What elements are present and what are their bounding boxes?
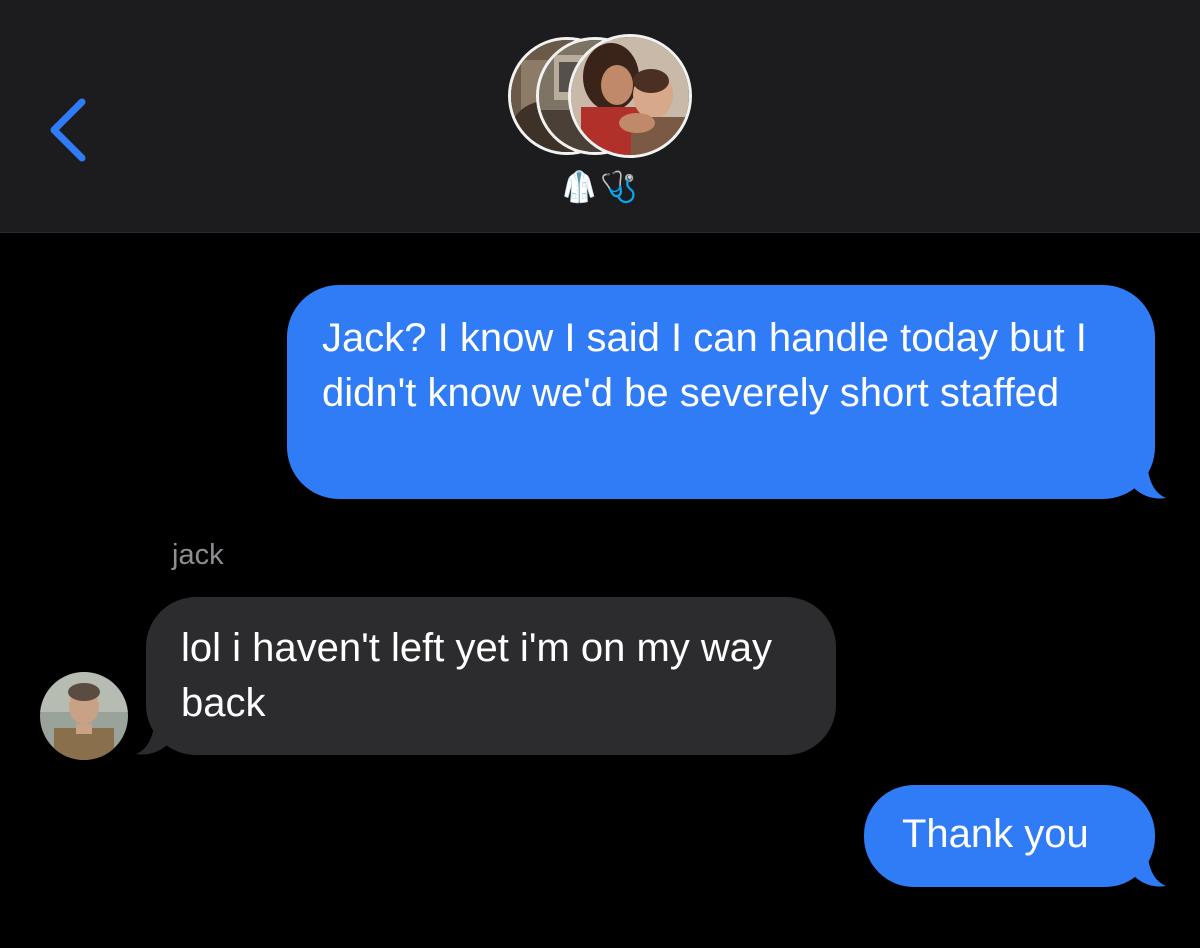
bubble-tail [1130, 858, 1166, 887]
group-name[interactable]: 🥼🩺 [0, 168, 1200, 208]
contact-avatar[interactable] [40, 672, 128, 760]
messages-screen: 🥼🩺 Jack? I know I said I can handle toda… [0, 0, 1200, 948]
chevron-left-icon [50, 98, 86, 162]
sent-message-bubble[interactable]: Thank you [864, 785, 1155, 887]
conversation-header: 🥼🩺 [0, 0, 1200, 233]
received-message-bubble[interactable]: lol i haven't left yet i'm on my way bac… [146, 597, 836, 755]
back-button[interactable] [40, 92, 100, 168]
group-member-avatar [568, 34, 692, 158]
message-text: Jack? I know I said I can handle today b… [322, 316, 1087, 415]
bubble-tail [136, 726, 172, 755]
sent-message-bubble[interactable]: Jack? I know I said I can handle today b… [287, 285, 1155, 499]
group-avatar[interactable] [508, 34, 693, 158]
bubble-tail [1130, 470, 1166, 499]
message-text: Thank you [902, 812, 1089, 856]
sender-name: jack [172, 539, 224, 571]
message-text: lol i haven't left yet i'm on my way bac… [181, 626, 773, 725]
